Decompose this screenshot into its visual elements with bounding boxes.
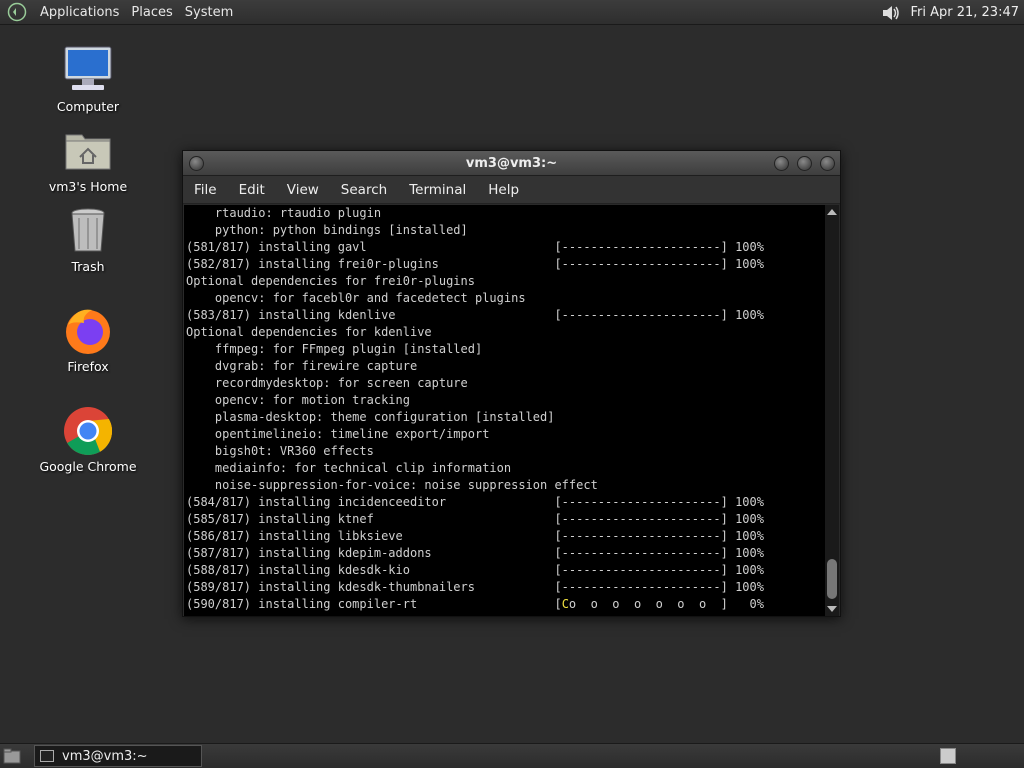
terminal-line: dvgrab: for firewire capture — [186, 359, 418, 373]
terminal-line: rtaudio: rtaudio plugin — [186, 206, 382, 220]
terminal-line-current: (590/817) installing compiler-rt [Co o o… — [186, 596, 825, 613]
gnome-logo-icon[interactable] — [6, 1, 28, 23]
show-desktop-icon[interactable] — [3, 748, 21, 764]
minimize-button[interactable] — [774, 156, 789, 171]
progress-prefix: (590/817) installing compiler-rt [ — [186, 597, 562, 611]
terminal-line: opencv: for facebl0r and facedetect plug… — [186, 291, 526, 305]
taskbar-button-label: vm3@vm3:~ — [62, 748, 148, 764]
clock[interactable]: Fri Apr 21, 23:47 — [910, 5, 1024, 20]
terminal-line: plasma-desktop: theme configuration [ins… — [186, 410, 555, 424]
top-panel: Applications Places System Fri Apr 21, 2… — [0, 0, 1024, 25]
close-button[interactable] — [820, 156, 835, 171]
terminal-line: Optional dependencies for frei0r-plugins — [186, 274, 475, 288]
places-menu[interactable]: Places — [125, 0, 178, 25]
window-title: vm3@vm3:~ — [465, 156, 558, 171]
terminal-line: (585/817) installing ktnef [------------… — [186, 512, 764, 526]
progress-dots: o o o o o o o ] 0% — [568, 597, 764, 611]
desktop-icon-label: Google Chrome — [39, 459, 137, 474]
desktop-icon-chrome[interactable]: Google Chrome — [33, 405, 143, 474]
terminal-line: (589/817) installing kdesdk-thumbnailers… — [186, 580, 764, 594]
desktop-icon-label: Computer — [56, 99, 120, 114]
menu-edit[interactable]: Edit — [228, 182, 276, 198]
terminal-scrollbar[interactable] — [825, 205, 839, 616]
terminal-line: (584/817) installing incidenceeditor [--… — [186, 495, 764, 509]
trash-icon — [62, 205, 114, 257]
terminal-line: bigsh0t: VR360 effects — [186, 444, 374, 458]
terminal-line: opencv: for motion tracking — [186, 393, 410, 407]
desktop-icon-trash[interactable]: Trash — [33, 205, 143, 274]
terminal-line: (588/817) installing kdesdk-kio [-------… — [186, 563, 764, 577]
terminal-line: (583/817) installing kdenlive [---------… — [186, 308, 764, 322]
terminal-line: (586/817) installing libksieve [--------… — [186, 529, 764, 543]
desktop-icon-home[interactable]: vm3's Home — [33, 125, 143, 194]
desktop-icon-label: vm3's Home — [48, 179, 128, 194]
home-folder-icon — [62, 125, 114, 177]
terminal-icon — [40, 750, 54, 762]
terminal-output[interactable]: rtaudio: rtaudio plugin python: python b… — [184, 205, 825, 616]
menu-terminal[interactable]: Terminal — [398, 182, 477, 198]
menu-search[interactable]: Search — [330, 182, 398, 198]
window-titlebar[interactable]: vm3@vm3:~ — [183, 151, 840, 176]
desktop-icon-firefox[interactable]: Firefox — [33, 305, 143, 374]
desktop-icon-label: Firefox — [67, 359, 109, 374]
terminal-line: (581/817) installing gavl [-------------… — [186, 240, 764, 254]
terminal-line: (582/817) installing frei0r-plugins [---… — [186, 257, 764, 271]
desktop-icon-computer[interactable]: Computer — [33, 45, 143, 114]
applications-menu[interactable]: Applications — [34, 0, 125, 25]
maximize-button[interactable] — [797, 156, 812, 171]
terminal-line: python: python bindings [installed] — [186, 223, 468, 237]
scroll-up-arrow-icon[interactable] — [827, 209, 837, 215]
terminal-line: mediainfo: for technical clip informatio… — [186, 461, 512, 475]
taskbar-button-terminal[interactable]: vm3@vm3:~ — [34, 745, 202, 767]
scrollbar-thumb[interactable] — [827, 559, 837, 599]
menu-help[interactable]: Help — [477, 182, 530, 198]
system-menu[interactable]: System — [179, 0, 239, 25]
computer-icon — [62, 45, 114, 97]
terminal-line: noise-suppression-for-voice: noise suppr… — [186, 478, 598, 492]
terminal-line: Optional dependencies for kdenlive — [186, 325, 432, 339]
terminal-line: ffmpeg: for FFmpeg plugin [installed] — [186, 342, 483, 356]
bottom-panel: vm3@vm3:~ — [0, 743, 1024, 768]
workspace-switcher[interactable] — [940, 748, 956, 764]
desktop-icon-label: Trash — [71, 259, 105, 274]
terminal-line: (587/817) installing kdepim-addons [----… — [186, 546, 764, 560]
terminal-menubar: File Edit View Search Terminal Help — [183, 176, 840, 204]
terminal-line: recordmydesktop: for screen capture — [186, 376, 468, 390]
menu-file[interactable]: File — [183, 182, 228, 198]
chrome-icon — [62, 405, 114, 457]
firefox-icon — [62, 305, 114, 357]
volume-icon[interactable] — [880, 2, 902, 24]
terminal-line: opentimelineio: timeline export/import — [186, 427, 490, 441]
pacman-progress-glyph: C — [561, 597, 569, 611]
scroll-down-arrow-icon[interactable] — [827, 606, 837, 612]
terminal-window[interactable]: vm3@vm3:~ File Edit View Search Terminal… — [182, 150, 841, 617]
menu-view[interactable]: View — [276, 182, 330, 198]
